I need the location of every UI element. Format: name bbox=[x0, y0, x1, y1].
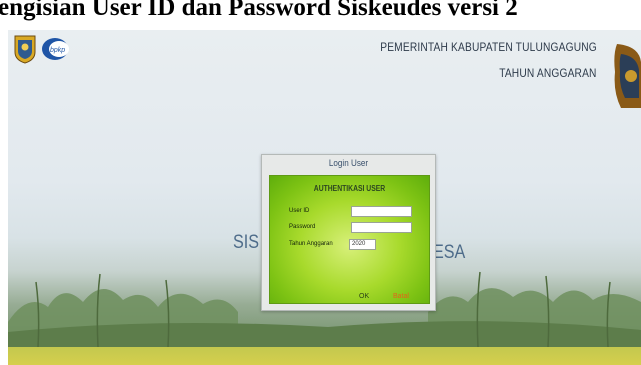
tahun-anggaran-label: Tahun Anggaran bbox=[289, 241, 333, 247]
ok-button[interactable]: OK bbox=[359, 293, 369, 300]
password-input[interactable] bbox=[351, 222, 412, 233]
dialog-title: Login User bbox=[328, 158, 369, 168]
header-line-2: TAHUN ANGGARAN bbox=[499, 66, 597, 80]
app-title-left: SIS bbox=[233, 232, 260, 253]
password-label: Password bbox=[289, 224, 316, 230]
user-id-input[interactable] bbox=[351, 206, 412, 217]
user-id-label: User ID bbox=[289, 208, 310, 214]
caption-text: engisian User ID dan Password Siskeudes … bbox=[0, 0, 518, 21]
bpkp-logo-icon: bpkp bbox=[42, 38, 69, 60]
bpkp-logo-text: bpkp bbox=[50, 47, 65, 54]
app-title-right: ESA bbox=[433, 242, 466, 263]
kabupaten-emblem-icon bbox=[14, 35, 36, 64]
tahun-anggaran-input[interactable]: 2020 bbox=[349, 239, 376, 250]
login-screen: bpkp PEMERINTAH KABUPATEN TULUNGAGUNG TA… bbox=[8, 30, 641, 365]
auth-panel: AUTHENTIKASI USER User ID Password Tahun… bbox=[269, 175, 430, 304]
batal-button[interactable]: Batal bbox=[393, 293, 409, 300]
ground-strip bbox=[8, 347, 641, 365]
auth-panel-title: AUTHENTIKASI USER bbox=[313, 184, 386, 193]
login-dialog: Login User AUTHENTIKASI USER User ID Pas… bbox=[261, 154, 436, 311]
caption-bar: engisian User ID dan Password Siskeudes … bbox=[0, 0, 641, 30]
header-line-1: PEMERINTAH KABUPATEN TULUNGAGUNG bbox=[380, 40, 597, 54]
provincial-emblem-icon bbox=[614, 44, 641, 108]
